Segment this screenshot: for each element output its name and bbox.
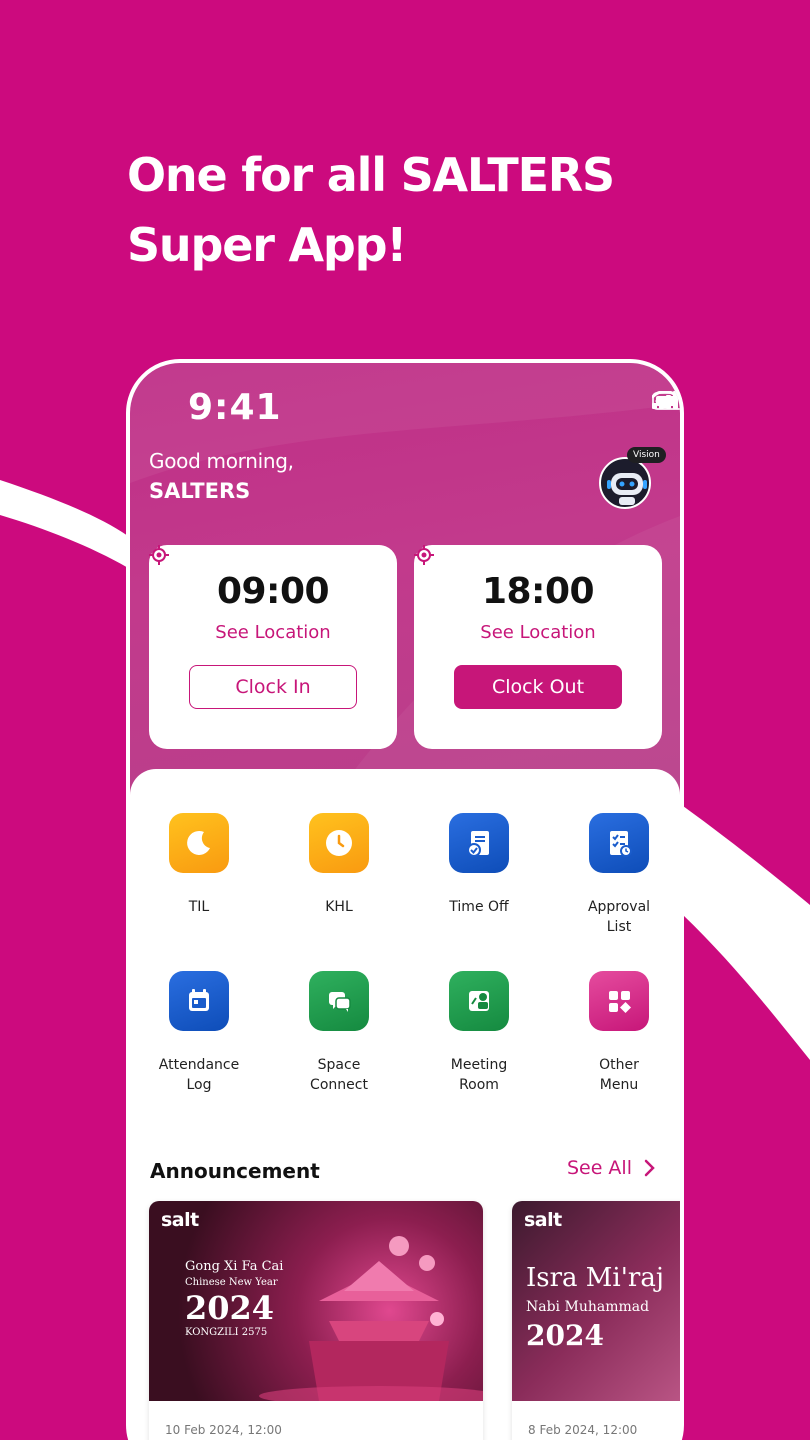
announcement-line: Gong Xi Fa Cai — [185, 1259, 284, 1274]
chat-icon — [309, 971, 369, 1031]
clock-in-time: 09:00 — [216, 571, 330, 612]
promo-headline: One for all SALTERS Super App! — [127, 140, 687, 280]
announcement-line: Nabi Muhammad — [526, 1299, 650, 1315]
status-bar-time: 9:41 — [188, 387, 282, 428]
clock-out-time: 18:00 — [481, 571, 595, 612]
menu-item-attendance-log[interactable]: Attendance Log — [139, 971, 259, 1095]
phone-mockup: 9:41 Good morning, SALTERS Vision 09:00 … — [126, 359, 684, 1440]
see-location-label: See Location — [215, 622, 331, 643]
menu-label: Other Menu — [599, 1057, 639, 1093]
announcement-title: Announcement — [150, 1159, 320, 1183]
menu-item-khl[interactable]: KHL — [279, 813, 399, 917]
announcement-line: Chinese New Year — [185, 1277, 278, 1288]
announcement-line: 2024 — [526, 1319, 604, 1352]
announcement-card[interactable]: salt Isra Mi'raj Nabi Muhammad 2024 8 Fe… — [512, 1201, 680, 1440]
clock-in-button[interactable]: Clock In — [189, 665, 357, 709]
announcement-image: salt Isra Mi'raj Nabi Muhammad 2024 — [512, 1201, 680, 1401]
announcement-card[interactable]: salt Gong Xi Fa Cai Chinese New Year 202… — [149, 1201, 483, 1440]
main-content-sheet: TIL KHL Time Off Approval List Attendanc… — [130, 769, 680, 1440]
location-target-icon — [414, 545, 434, 565]
menu-item-meeting-room[interactable]: Meeting Room — [419, 971, 539, 1095]
announcement-date: 8 Feb 2024, 12:00 — [528, 1423, 638, 1437]
clock-out-card: 18:00 See Location Clock Out — [414, 545, 662, 749]
menu-label: Approval List — [587, 899, 651, 935]
clock-out-see-location[interactable]: See Location — [414, 545, 662, 643]
menu-label: Attendance Log — [158, 1057, 240, 1093]
document-check-icon — [449, 813, 509, 873]
menu-label: KHL — [325, 899, 353, 915]
headline-line-1: One for all SALTERS — [127, 148, 615, 202]
battery-icon — [652, 392, 680, 410]
clock-in-card: 09:00 See Location Clock In — [149, 545, 397, 749]
announcement-line: KONGZILI 2575 — [185, 1327, 268, 1338]
location-target-icon — [149, 545, 169, 565]
announcement-line: Isra Mi'raj — [526, 1263, 664, 1293]
grid-icon — [589, 971, 649, 1031]
announcement-line: 2024 — [185, 1289, 275, 1327]
menu-label: TIL — [188, 899, 210, 915]
menu-label: Time Off — [449, 899, 509, 915]
robot-icon — [607, 473, 647, 505]
see-location-label: See Location — [480, 622, 596, 643]
menu-item-time-off[interactable]: Time Off — [419, 813, 539, 917]
see-all-label: See All — [566, 1157, 632, 1179]
meeting-room-icon — [449, 971, 509, 1031]
clock-in-see-location[interactable]: See Location — [149, 545, 397, 643]
header-panel: 9:41 Good morning, SALTERS Vision 09:00 … — [130, 363, 680, 803]
menu-item-approval-list[interactable]: Approval List — [559, 813, 679, 937]
menu-item-other-menu[interactable]: Other Menu — [559, 971, 679, 1095]
salt-logo: salt — [524, 1209, 562, 1231]
menu-item-til[interactable]: TIL — [139, 813, 259, 917]
greeting-text: Good morning, — [149, 449, 294, 473]
user-name: SALTERS — [149, 479, 251, 503]
clock-out-button[interactable]: Clock Out — [454, 665, 622, 709]
checklist-icon — [589, 813, 649, 873]
vision-assistant-avatar[interactable] — [599, 457, 651, 509]
moon-icon — [169, 813, 229, 873]
menu-label: Space Connect — [310, 1057, 368, 1093]
headline-line-2: Super App! — [127, 218, 407, 272]
see-all-link[interactable]: See All — [567, 1157, 656, 1179]
calendar-icon — [169, 971, 229, 1031]
announcement-date: 10 Feb 2024, 12:00 — [165, 1423, 282, 1437]
salt-logo: salt — [161, 1209, 199, 1231]
menu-label: Meeting Room — [450, 1057, 508, 1093]
announcement-image: salt Gong Xi Fa Cai Chinese New Year 202… — [149, 1201, 483, 1401]
chevron-right-icon — [644, 1159, 655, 1177]
clock-icon — [309, 813, 369, 873]
menu-item-space-connect[interactable]: Space Connect — [279, 971, 399, 1095]
vision-badge: Vision — [627, 447, 666, 463]
